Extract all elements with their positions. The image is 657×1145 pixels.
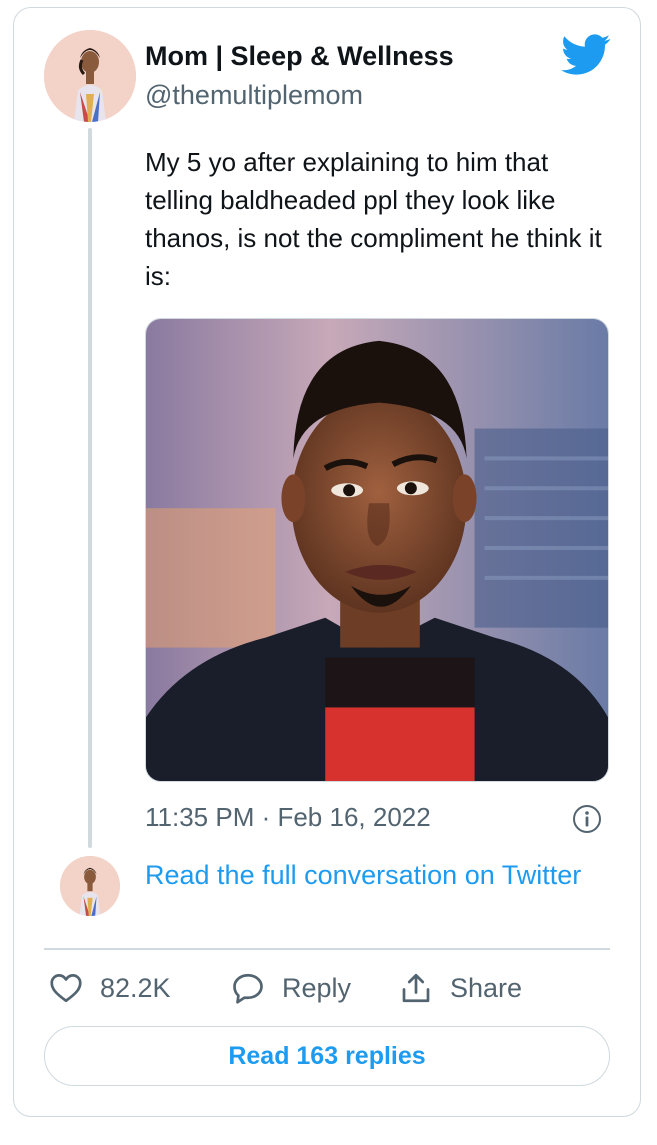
reply-button[interactable]: Reply bbox=[230, 964, 351, 1012]
read-replies-button[interactable]: Read 163 replies bbox=[44, 1026, 610, 1086]
like-button[interactable]: 82.2K bbox=[48, 964, 171, 1012]
heart-icon bbox=[50, 974, 82, 1003]
avatar-photo-icon bbox=[60, 856, 120, 916]
tweet-media-image[interactable] bbox=[145, 318, 609, 782]
share-button[interactable]: Share bbox=[398, 964, 522, 1012]
info-icon[interactable] bbox=[572, 804, 602, 834]
author-display-name[interactable]: Mom | Sleep & Wellness bbox=[145, 38, 454, 74]
author-handle[interactable]: @themultiplemom bbox=[145, 77, 363, 113]
reply-label: Reply bbox=[282, 972, 352, 1003]
actions-divider bbox=[44, 948, 610, 950]
thread-connector-line bbox=[88, 128, 92, 848]
speech-bubble-icon bbox=[233, 973, 263, 1004]
read-full-conversation-link[interactable]: Read the full conversation on Twitter bbox=[145, 856, 585, 894]
share-label: Share bbox=[450, 972, 523, 1003]
share-upload-icon bbox=[402, 973, 430, 1003]
tweet-timestamp[interactable]: 11:35 PM · Feb 16, 2022 bbox=[145, 800, 431, 834]
avatar-photo-icon bbox=[44, 30, 136, 122]
conversation-avatar[interactable] bbox=[60, 856, 120, 916]
author-avatar[interactable] bbox=[44, 30, 136, 122]
tweet-text: My 5 yo after explaining to him that tel… bbox=[145, 147, 602, 291]
like-count: 82.2K bbox=[100, 972, 171, 1003]
twitter-bird-icon[interactable] bbox=[561, 34, 611, 76]
photo-icon bbox=[146, 319, 608, 781]
